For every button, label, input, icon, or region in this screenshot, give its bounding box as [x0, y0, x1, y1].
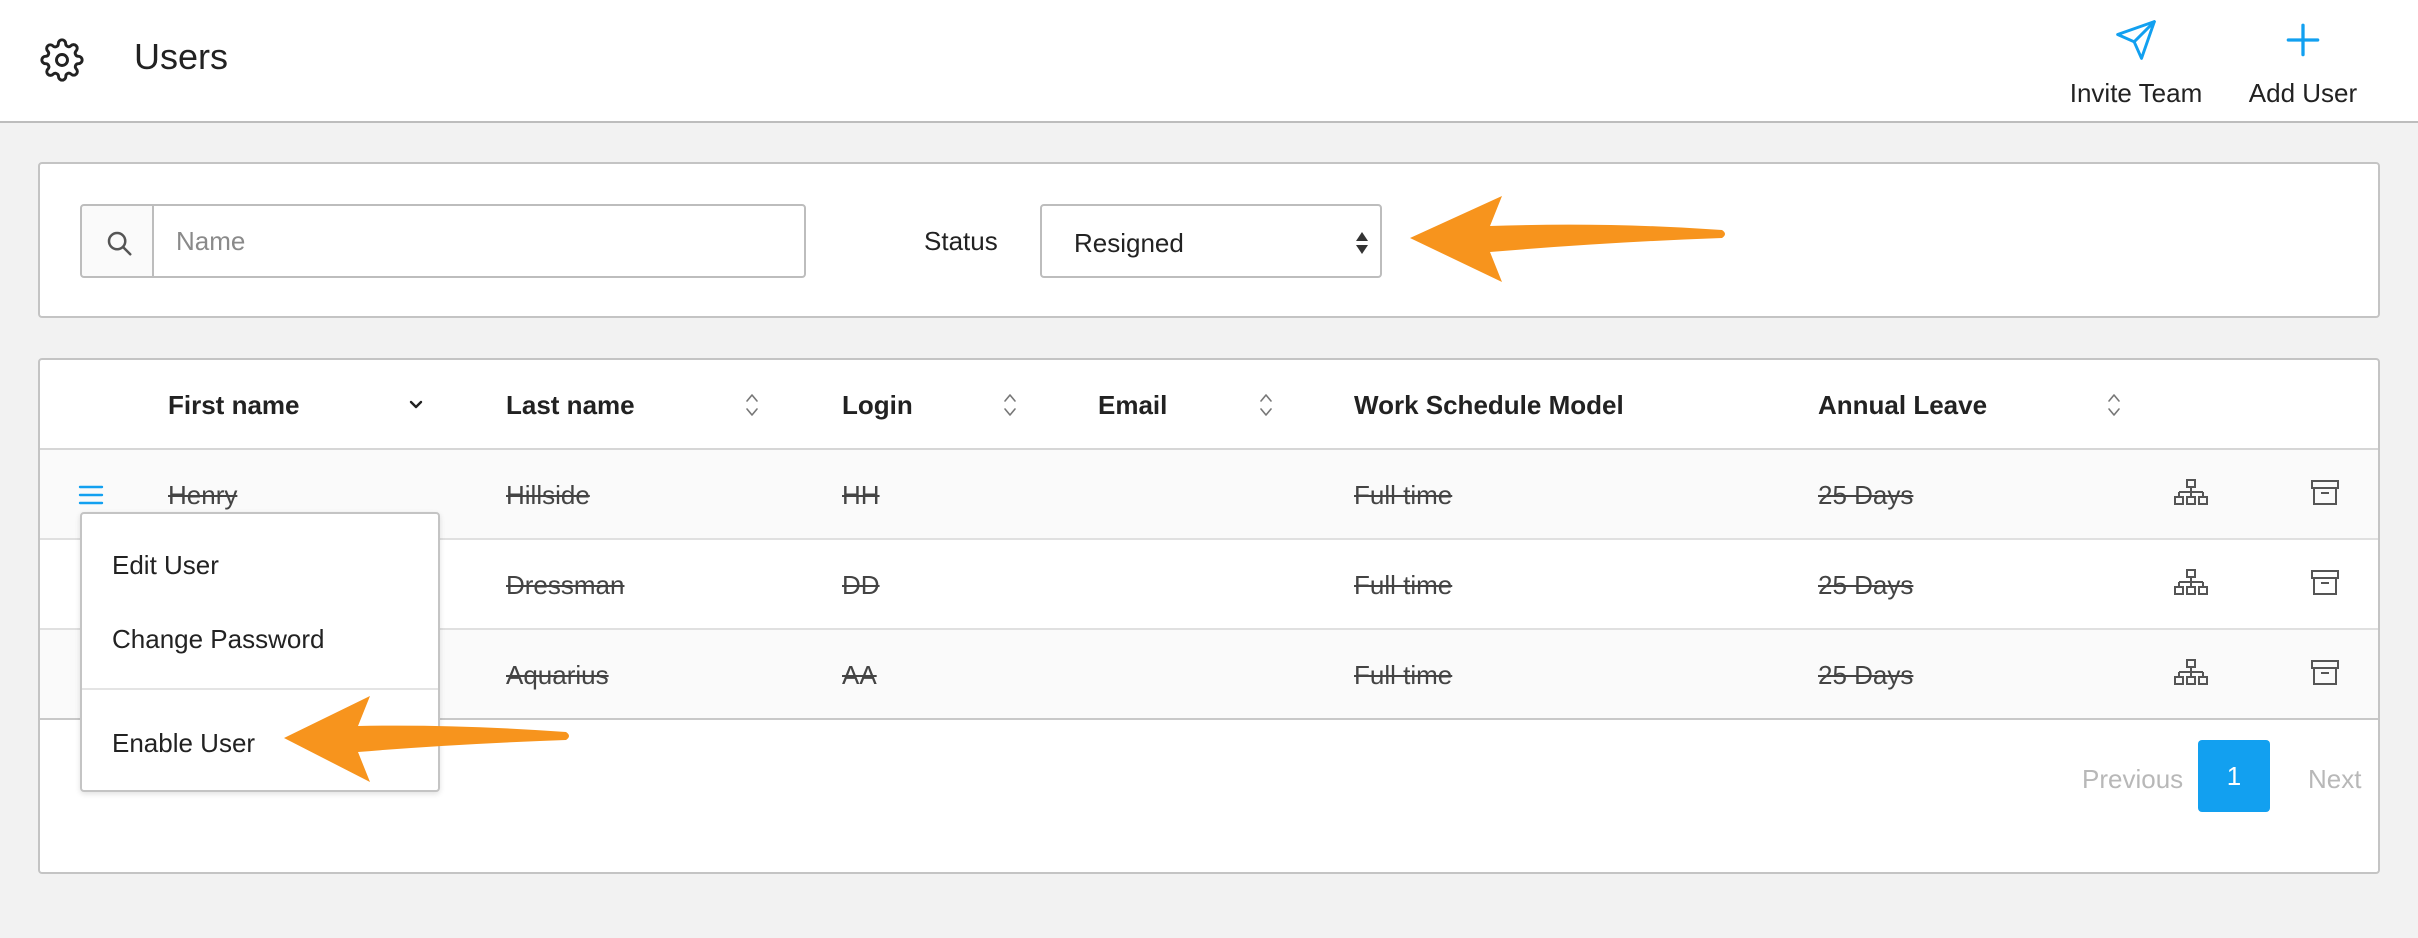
cell-annual-leave: 25 Days — [1818, 480, 1914, 510]
annotation-arrow-icon — [284, 696, 569, 782]
pagination-previous[interactable]: Previous — [2082, 764, 2183, 795]
org-chart-icon[interactable] — [2174, 658, 2208, 688]
menu-item-edit-user[interactable]: Edit User — [112, 550, 219, 581]
pagination-next[interactable]: Next — [2308, 764, 2361, 795]
org-chart-icon[interactable] — [2174, 568, 2208, 598]
cell-last-name: Dressman — [506, 570, 625, 600]
cell-work-schedule: Full time — [1354, 480, 1453, 510]
status-select[interactable]: Resigned — [1040, 204, 1382, 278]
invite-team-button[interactable]: Invite Team — [2068, 18, 2204, 109]
col-email[interactable]: Email — [1098, 390, 1167, 421]
add-user-label: Add User — [2248, 78, 2358, 108]
cell-work-schedule: Full time — [1354, 570, 1453, 600]
menu-item-change-password[interactable]: Change Password — [112, 624, 324, 655]
cell-login: AA — [842, 660, 877, 690]
sort-icon[interactable] — [2104, 390, 2124, 420]
cell-annual-leave: 25 Days — [1818, 570, 1914, 600]
col-last-name[interactable]: Last name — [506, 390, 635, 421]
search-group — [80, 204, 806, 278]
search-input[interactable] — [152, 204, 806, 278]
col-login[interactable]: Login — [842, 390, 913, 421]
paper-plane-icon — [2116, 20, 2156, 60]
search-icon — [107, 231, 132, 256]
select-arrows-icon — [1356, 232, 1368, 254]
search-button[interactable] — [80, 204, 154, 278]
page-title: Users — [134, 36, 229, 77]
archive-icon[interactable] — [2310, 568, 2340, 598]
cell-annual-leave: 25 Days — [1818, 660, 1914, 690]
chevron-down-icon[interactable] — [406, 390, 426, 420]
menu-item-enable-user[interactable]: Enable User — [112, 728, 255, 759]
col-first-name[interactable]: First name — [168, 390, 300, 421]
col-annual-leave[interactable]: Annual Leave — [1818, 390, 1987, 421]
annotation-arrow-icon — [1410, 196, 1725, 282]
add-user-button[interactable]: Add User — [2248, 18, 2358, 109]
cell-first-name: Henry — [168, 480, 238, 510]
cell-work-schedule: Full time — [1354, 660, 1453, 690]
cell-login: HH — [842, 480, 880, 510]
pagination-page-1[interactable]: 1 — [2198, 740, 2270, 812]
table-header: First name Last name Login Email Work Sc… — [40, 360, 2378, 450]
filter-panel: Status Resigned — [38, 162, 2380, 318]
menu-icon[interactable] — [78, 484, 104, 506]
org-chart-icon[interactable] — [2174, 478, 2208, 508]
cell-login: DD — [842, 570, 880, 600]
cell-last-name: Hillside — [506, 480, 590, 510]
cell-last-name: Aquarius — [506, 660, 609, 690]
top-bar: Users Invite Team Add User — [0, 0, 2418, 123]
invite-team-label: Invite Team — [2069, 78, 2203, 108]
gear-icon[interactable] — [40, 38, 84, 82]
col-work-schedule: Work Schedule Model — [1354, 390, 1624, 420]
sort-icon[interactable] — [1256, 390, 1276, 420]
sort-icon[interactable] — [742, 390, 762, 420]
archive-icon[interactable] — [2310, 478, 2340, 508]
archive-icon[interactable] — [2310, 658, 2340, 688]
plus-icon — [2286, 23, 2320, 57]
status-selected-value: Resigned — [1074, 228, 1184, 258]
status-label: Status — [924, 226, 998, 256]
sort-icon[interactable] — [1000, 390, 1020, 420]
